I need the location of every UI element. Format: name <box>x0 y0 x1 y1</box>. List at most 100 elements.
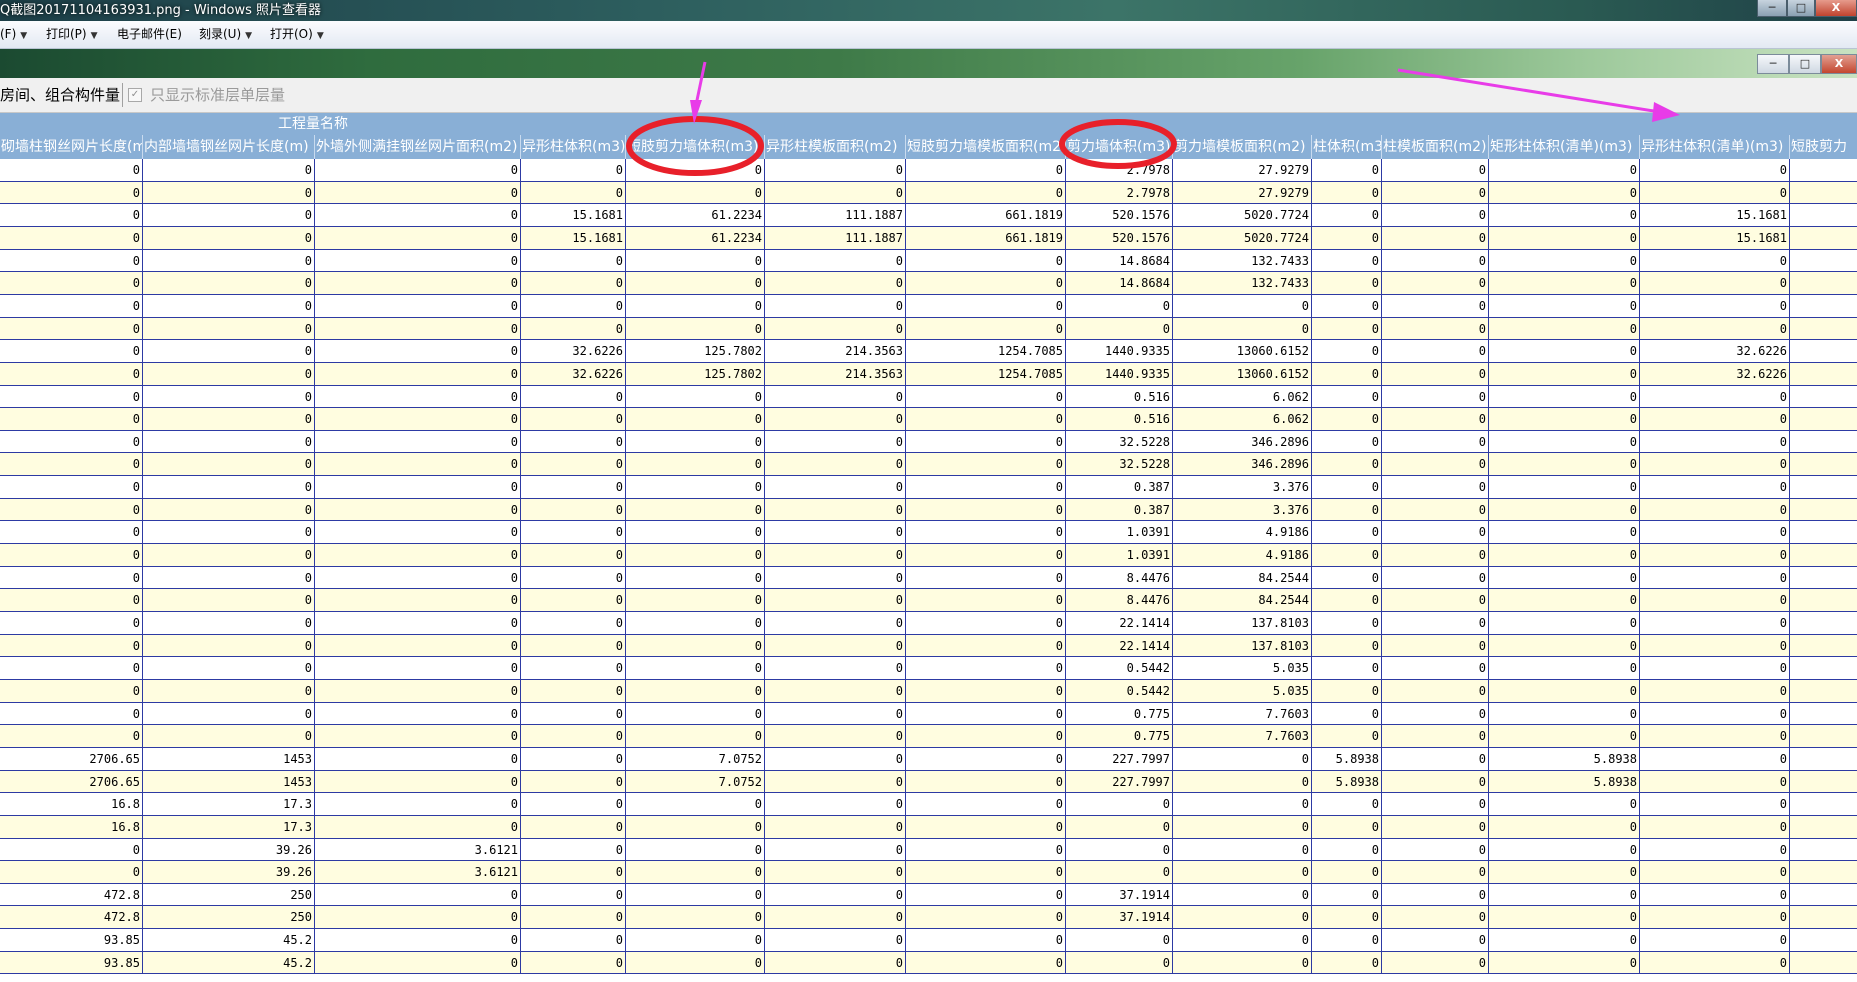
table-row[interactable]: 0000000000000 <box>0 318 1857 340</box>
table-cell: 0 <box>521 431 626 453</box>
table-row[interactable]: 0000000000000 <box>0 295 1857 318</box>
table-cell: 0 <box>906 318 1066 340</box>
table-cell: 0 <box>1489 703 1640 725</box>
table-row[interactable]: 0 0 0 15.1681 61.2234 111.1887 661.1819 520.157… <box>0 227 1857 250</box>
table-cell: 0 <box>626 499 765 521</box>
maximize-button[interactable]: □ <box>1787 0 1815 17</box>
column-header[interactable]: 柱模板面积(m2) <box>1382 135 1489 159</box>
menu-print[interactable]: 打印(P) ▼ <box>46 21 98 50</box>
table-row[interactable]: 0 0 0 0 0 0 0 2.7978 27.9279 0 0 0 0 <box>0 182 1857 204</box>
table-cell: 250 <box>143 884 315 906</box>
table-cell: 0 <box>1382 250 1489 272</box>
table-row[interactable]: 93.85 45.2 0 0 0 0 0 0 0 0 0 0 0 <box>0 952 1857 974</box>
column-header[interactable]: 剪力墙模板面积(m2) <box>1173 135 1312 159</box>
table-cell <box>1790 386 1857 408</box>
table-row[interactable]: 0 0 0 0 0 0 0 14.8684 132.7433 0 0 0 0 <box>0 250 1857 272</box>
column-header[interactable]: 剪力墙体积(m3) <box>1066 135 1173 159</box>
table-cell: 0 <box>1382 521 1489 544</box>
table-cell: 7.7603 <box>1173 725 1312 748</box>
table-row[interactable]: 0 0 0 0 0 0 0 0.775 7.7603 0 0 0 0 <box>0 725 1857 748</box>
column-header[interactable]: 异形柱体积(清单)(m3) <box>1640 135 1790 159</box>
table-cell: 14.8684 <box>1066 272 1173 295</box>
table-cell: 0 <box>0 159 143 182</box>
table-row[interactable]: 0 0 0 0 0 0 0 8.4476 84.2544 0 0 0 0 <box>0 567 1857 589</box>
table-cell <box>1790 182 1857 204</box>
table-cell: 0 <box>1640 657 1790 680</box>
table-row[interactable]: 0 0 0 0 0 0 0 14.8684 132.7433 0 0 0 0 <box>0 272 1857 295</box>
table-cell: 17.3 <box>143 793 315 816</box>
table-cell: 0 <box>906 952 1066 974</box>
close-button[interactable]: X <box>1815 0 1857 17</box>
column-header[interactable]: 内部墙墙钢丝网片长度(m) <box>143 135 315 159</box>
menu-burn[interactable]: 刻录(U) ▼ <box>199 21 252 50</box>
inner-maximize-button[interactable]: □ <box>1789 54 1821 74</box>
menu-email[interactable]: 电子邮件(E) <box>117 21 182 48</box>
column-header[interactable]: 短肢剪力 <box>1790 135 1857 159</box>
table-row[interactable]: 0 0 0 0 0 0 0 0.775 7.7603 0 0 0 0 <box>0 703 1857 725</box>
table-row[interactable]: 0 0 0 32.6226 125.7802 214.3563 1254.7085 1440.… <box>0 363 1857 386</box>
table-row[interactable]: 0 39.26 3.6121 0 0 0 0 0 0 0 0 0 0 <box>0 861 1857 884</box>
table-row[interactable]: 2706.65 1453 0 0 7.0752 0 0 227.7997 0 5.8938 0 5.8… <box>0 771 1857 793</box>
table-cell <box>1790 544 1857 567</box>
table-row[interactable]: 472.8 250 0 0 0 0 0 37.1914 0 0 0 0 0 <box>0 884 1857 906</box>
table-cell: 227.7997 <box>1066 748 1173 771</box>
component-quantity-label[interactable]: 房间、组合构件量 <box>0 78 120 112</box>
table-cell: 0 <box>315 204 521 227</box>
table-row[interactable]: 0 0 0 0 0 0 0 32.5228 346.2896 0 0 0 0 <box>0 453 1857 476</box>
table-cell: 0 <box>1173 929 1312 952</box>
column-header[interactable]: 矩形柱体积(清单)(m3) <box>1489 135 1640 159</box>
table-row[interactable]: 0 0 0 0 0 0 0 1.0391 4.9186 0 0 0 0 <box>0 521 1857 544</box>
menu-file[interactable]: (F) ▼ <box>0 21 27 50</box>
table-row[interactable]: 472.8 250 0 0 0 0 0 37.1914 0 0 0 0 0 <box>0 906 1857 929</box>
table-cell: 0 <box>1173 295 1312 318</box>
table-row[interactable]: 0 0 0 0 0 0 0 0.387 3.376 0 0 0 0 <box>0 499 1857 521</box>
column-header[interactable]: 砌墙柱钢丝网片长度(m) <box>0 135 143 159</box>
column-header[interactable]: 短肢剪力墙模板面积(m2) <box>906 135 1066 159</box>
table-row[interactable]: 0 0 0 0 0 0 0 8.4476 84.2544 0 0 0 0 <box>0 589 1857 612</box>
standard-floor-checkbox[interactable]: ✓ <box>128 88 142 102</box>
table-row[interactable]: 2706.65 1453 0 0 7.0752 0 0 227.7997 0 5.8938 0 5.8… <box>0 748 1857 771</box>
table-cell: 0 <box>315 567 521 589</box>
table-row[interactable]: 0 0 0 0 0 0 0 0.516 6.062 0 0 0 0 <box>0 386 1857 408</box>
table-row[interactable]: 0 0 0 0 0 0 0 22.1414 137.8103 0 0 0 0 <box>0 635 1857 657</box>
table-row[interactable]: 16.8 17.3 0 0 0 0 0 0 0 0 0 0 0 <box>0 816 1857 839</box>
table-cell: 0 <box>1312 635 1382 657</box>
column-header[interactable]: 异形柱模板面积(m2) <box>765 135 906 159</box>
inner-minimize-button[interactable]: ─ <box>1757 54 1789 74</box>
table-cell: 0 <box>906 589 1066 612</box>
column-header[interactable]: 柱体积(m3) <box>1312 135 1382 159</box>
table-cell: 0 <box>315 680 521 703</box>
table-row[interactable]: 0 39.26 3.6121 0 0 0 0 0 0 0 0 0 0 <box>0 839 1857 861</box>
column-header[interactable]: 外墙外侧满挂钢丝网片面积(m2) <box>315 135 521 159</box>
column-header[interactable]: 异形柱体积(m3) <box>521 135 626 159</box>
table-cell: 0 <box>1640 839 1790 861</box>
table-cell: 0 <box>1066 318 1173 340</box>
table-row[interactable]: 16.8 17.3 0 0 0 0 0 0 0 0 0 0 0 <box>0 793 1857 816</box>
inner-close-button[interactable]: X <box>1821 54 1857 74</box>
table-row[interactable]: 0 0 0 0 0 0 0 22.1414 137.8103 0 0 0 0 <box>0 612 1857 635</box>
table-row[interactable]: 0 0 0 15.1681 61.2234 111.1887 661.1819 520.157… <box>0 204 1857 227</box>
table-row[interactable]: 0 0 0 0 0 0 0 0.5442 5.035 0 0 0 0 <box>0 680 1857 703</box>
table-row[interactable]: 0 0 0 0 0 0 0 1.0391 4.9186 0 0 0 0 <box>0 544 1857 567</box>
table-cell: 0 <box>521 250 626 272</box>
table-row[interactable]: 93.85 45.2 0 0 0 0 0 0 0 0 0 0 0 <box>0 929 1857 952</box>
table-cell: 0 <box>143 680 315 703</box>
table-cell: 27.9279 <box>1173 159 1312 182</box>
column-header[interactable]: 短肢剪力墙体积(m3) <box>626 135 765 159</box>
table-row[interactable]: 0 0 0 32.6226 125.7802 214.3563 1254.7085 1440.… <box>0 340 1857 363</box>
table-row[interactable]: 0 0 0 0 0 0 0 0.516 6.062 0 0 0 0 <box>0 408 1857 431</box>
menu-open[interactable]: 打开(O) ▼ <box>270 21 324 50</box>
table-cell: 0 <box>765 771 906 793</box>
table-cell: 5.8938 <box>1489 748 1640 771</box>
table-cell: 0 <box>1173 771 1312 793</box>
table-row[interactable]: 0 0 0 0 0 0 0 2.7978 27.9279 0 0 0 0 <box>0 159 1857 182</box>
table-cell: 0 <box>626 182 765 204</box>
table-cell: 0 <box>1312 295 1382 318</box>
table-cell: 0 <box>315 521 521 544</box>
table-row[interactable]: 0 0 0 0 0 0 0 0.5442 5.035 0 0 0 0 <box>0 657 1857 680</box>
minimize-button[interactable]: ─ <box>1757 0 1787 17</box>
table-cell: 0 <box>315 816 521 839</box>
table-row[interactable]: 0 0 0 0 0 0 0 32.5228 346.2896 0 0 0 0 <box>0 431 1857 453</box>
table-row[interactable]: 0 0 0 0 0 0 0 0.387 3.376 0 0 0 0 <box>0 476 1857 499</box>
table-cell: 0 <box>0 431 143 453</box>
